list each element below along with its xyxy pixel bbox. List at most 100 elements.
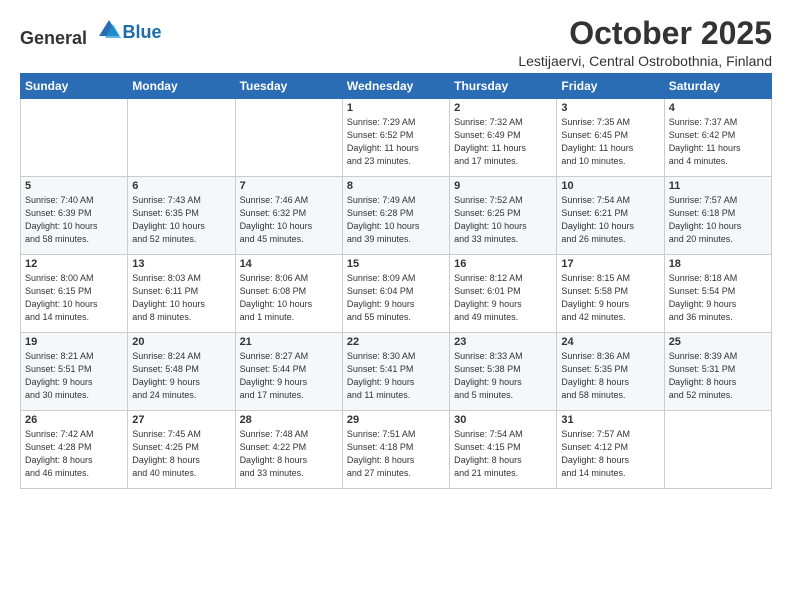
day-number: 14 [240, 258, 338, 270]
day-info: Sunrise: 7:43 AM Sunset: 6:35 PM Dayligh… [132, 194, 230, 246]
day-number: 16 [454, 258, 552, 270]
day-info: Sunrise: 7:32 AM Sunset: 6:49 PM Dayligh… [454, 116, 552, 168]
calendar-cell: 20Sunrise: 8:24 AM Sunset: 5:48 PM Dayli… [128, 333, 235, 411]
day-number: 27 [132, 414, 230, 426]
calendar-week-row: 5Sunrise: 7:40 AM Sunset: 6:39 PM Daylig… [21, 177, 772, 255]
day-number: 24 [561, 336, 659, 348]
day-info: Sunrise: 8:15 AM Sunset: 5:58 PM Dayligh… [561, 272, 659, 324]
weekday-header: Thursday [450, 74, 557, 99]
calendar-cell: 5Sunrise: 7:40 AM Sunset: 6:39 PM Daylig… [21, 177, 128, 255]
day-info: Sunrise: 7:51 AM Sunset: 4:18 PM Dayligh… [347, 428, 445, 480]
calendar-cell: 16 Sunrise: 8:12 AM Sunset: 6:01 PM Dayli… [450, 255, 557, 333]
calendar-cell: 2 Sunrise: 7:32 AM Sunset: 6:49 PM Daylig… [450, 99, 557, 177]
calendar-cell: 22 Sunrise: 8:30 AM Sunset: 5:41 PM Dayli… [342, 333, 449, 411]
day-number: 3 [561, 102, 659, 114]
day-number: 23 [454, 336, 552, 348]
day-info: Sunrise: 8:39 AM Sunset: 5:31 PM Dayligh… [669, 350, 767, 402]
day-number: 28 [240, 414, 338, 426]
day-number: 1 [347, 102, 445, 114]
day-info: Sunrise: 8:09 AM Sunset: 6:04 PM Dayligh… [347, 272, 445, 324]
logo-icon [95, 16, 123, 44]
calendar-cell: 27 Sunrise: 7:45 AM Sunset: 4:25 PM Dayli… [128, 411, 235, 489]
calendar-cell [235, 99, 342, 177]
calendar-cell: 25 Sunrise: 8:39 AM Sunset: 5:31 PM Dayli… [664, 333, 771, 411]
day-info: Sunrise: 8:18 AM Sunset: 5:54 PM Dayligh… [669, 272, 767, 324]
day-number: 6 [132, 180, 230, 192]
calendar-cell: 10Sunrise: 7:54 AM Sunset: 6:21 PM Dayli… [557, 177, 664, 255]
day-number: 12 [25, 258, 123, 270]
day-number: 9 [454, 180, 552, 192]
calendar-cell [664, 411, 771, 489]
calendar-week-row: 12Sunrise: 8:00 AM Sunset: 6:15 PM Dayli… [21, 255, 772, 333]
day-info: Sunrise: 8:06 AM Sunset: 6:08 PM Dayligh… [240, 272, 338, 324]
calendar-cell [128, 99, 235, 177]
calendar-cell: 23 Sunrise: 8:33 AM Sunset: 5:38 PM Dayli… [450, 333, 557, 411]
day-info: Sunrise: 7:40 AM Sunset: 6:39 PM Dayligh… [25, 194, 123, 246]
calendar-cell: 17 Sunrise: 8:15 AM Sunset: 5:58 PM Dayli… [557, 255, 664, 333]
day-number: 2 [454, 102, 552, 114]
day-info: Sunrise: 7:52 AM Sunset: 6:25 PM Dayligh… [454, 194, 552, 246]
calendar-cell: 24Sunrise: 8:36 AM Sunset: 5:35 PM Dayli… [557, 333, 664, 411]
day-info: Sunrise: 8:33 AM Sunset: 5:38 PM Dayligh… [454, 350, 552, 402]
day-number: 17 [561, 258, 659, 270]
day-info: Sunrise: 7:48 AM Sunset: 4:22 PM Dayligh… [240, 428, 338, 480]
day-number: 19 [25, 336, 123, 348]
page: General Blue October 2025 Lestijaervi, C… [0, 0, 792, 499]
logo-general: General [20, 28, 87, 48]
day-number: 31 [561, 414, 659, 426]
weekday-header: Wednesday [342, 74, 449, 99]
calendar-week-row: 19 Sunrise: 8:21 AM Sunset: 5:51 PM Dayli… [21, 333, 772, 411]
calendar-cell: 7 Sunrise: 7:46 AM Sunset: 6:32 PM Daylig… [235, 177, 342, 255]
day-info: Sunrise: 7:57 AM Sunset: 4:12 PM Dayligh… [561, 428, 659, 480]
calendar-cell: 21 Sunrise: 8:27 AM Sunset: 5:44 PM Dayli… [235, 333, 342, 411]
calendar-cell: 18 Sunrise: 8:18 AM Sunset: 5:54 PM Dayli… [664, 255, 771, 333]
month-title: October 2025 [518, 16, 772, 51]
calendar-cell [21, 99, 128, 177]
day-info: Sunrise: 7:45 AM Sunset: 4:25 PM Dayligh… [132, 428, 230, 480]
calendar-cell: 28 Sunrise: 7:48 AM Sunset: 4:22 PM Dayli… [235, 411, 342, 489]
day-info: Sunrise: 8:24 AM Sunset: 5:48 PM Dayligh… [132, 350, 230, 402]
day-number: 21 [240, 336, 338, 348]
day-number: 15 [347, 258, 445, 270]
calendar-cell: 3 Sunrise: 7:35 AM Sunset: 6:45 PM Daylig… [557, 99, 664, 177]
weekday-header: Sunday [21, 74, 128, 99]
calendar-cell: 15 Sunrise: 8:09 AM Sunset: 6:04 PM Dayli… [342, 255, 449, 333]
day-info: Sunrise: 7:37 AM Sunset: 6:42 PM Dayligh… [669, 116, 767, 168]
calendar-cell: 6 Sunrise: 7:43 AM Sunset: 6:35 PM Daylig… [128, 177, 235, 255]
day-info: Sunrise: 8:30 AM Sunset: 5:41 PM Dayligh… [347, 350, 445, 402]
weekday-header: Monday [128, 74, 235, 99]
calendar-cell: 8 Sunrise: 7:49 AM Sunset: 6:28 PM Daylig… [342, 177, 449, 255]
day-info: Sunrise: 8:12 AM Sunset: 6:01 PM Dayligh… [454, 272, 552, 324]
day-info: Sunrise: 8:03 AM Sunset: 6:11 PM Dayligh… [132, 272, 230, 324]
day-info: Sunrise: 7:54 AM Sunset: 6:21 PM Dayligh… [561, 194, 659, 246]
day-number: 30 [454, 414, 552, 426]
day-number: 18 [669, 258, 767, 270]
day-number: 7 [240, 180, 338, 192]
calendar-cell: 12Sunrise: 8:00 AM Sunset: 6:15 PM Dayli… [21, 255, 128, 333]
day-info: Sunrise: 7:29 AM Sunset: 6:52 PM Dayligh… [347, 116, 445, 168]
day-info: Sunrise: 8:21 AM Sunset: 5:51 PM Dayligh… [25, 350, 123, 402]
day-info: Sunrise: 8:27 AM Sunset: 5:44 PM Dayligh… [240, 350, 338, 402]
header: General Blue October 2025 Lestijaervi, C… [20, 16, 772, 69]
weekday-header: Saturday [664, 74, 771, 99]
calendar-cell: 14 Sunrise: 8:06 AM Sunset: 6:08 PM Dayli… [235, 255, 342, 333]
day-info: Sunrise: 7:42 AM Sunset: 4:28 PM Dayligh… [25, 428, 123, 480]
title-block: October 2025 Lestijaervi, Central Ostrob… [518, 16, 772, 69]
calendar-cell: 1 Sunrise: 7:29 AM Sunset: 6:52 PM Daylig… [342, 99, 449, 177]
weekday-header: Tuesday [235, 74, 342, 99]
logo: General Blue [20, 16, 162, 49]
calendar-table: SundayMondayTuesdayWednesdayThursdayFrid… [20, 73, 772, 489]
calendar-cell: 29 Sunrise: 7:51 AM Sunset: 4:18 PM Dayli… [342, 411, 449, 489]
day-info: Sunrise: 7:46 AM Sunset: 6:32 PM Dayligh… [240, 194, 338, 246]
logo-blue: Blue [123, 22, 162, 42]
day-number: 8 [347, 180, 445, 192]
day-number: 25 [669, 336, 767, 348]
day-number: 22 [347, 336, 445, 348]
calendar-cell: 30Sunrise: 7:54 AM Sunset: 4:15 PM Dayli… [450, 411, 557, 489]
day-info: Sunrise: 7:35 AM Sunset: 6:45 PM Dayligh… [561, 116, 659, 168]
location-title: Lestijaervi, Central Ostrobothnia, Finla… [518, 53, 772, 69]
day-number: 13 [132, 258, 230, 270]
day-number: 29 [347, 414, 445, 426]
weekday-header: Friday [557, 74, 664, 99]
day-info: Sunrise: 7:49 AM Sunset: 6:28 PM Dayligh… [347, 194, 445, 246]
